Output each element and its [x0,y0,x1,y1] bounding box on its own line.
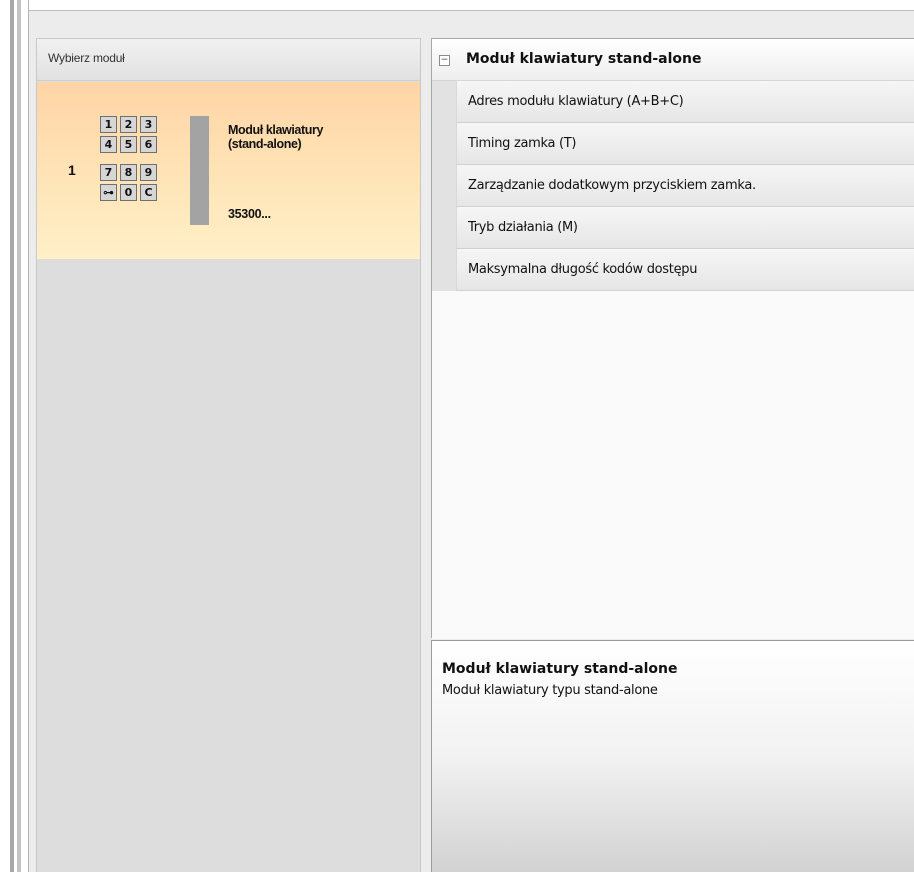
top-strip-divider [29,10,914,11]
keypad-key: 6 [140,136,157,153]
module-selector-header: Wybierz moduł [37,39,420,81]
window-edge-bar-inner [17,0,21,872]
description-panel: Moduł klawiatury stand-alone Moduł klawi… [431,640,914,872]
key-lock-icon: ⊶ [100,184,117,201]
property-grid: − Moduł klawiatury stand-alone Adres mod… [431,38,914,639]
description-title: Moduł klawiatury stand-alone [442,661,678,677]
keypad-key: 4 [100,136,117,153]
keypad-key: 7 [100,164,117,181]
property-row-operating-mode[interactable]: Tryb działania (M) [456,207,914,249]
property-grid-empty-area [432,291,914,639]
module-card[interactable]: 1 1 2 3 4 5 6 7 8 9 ⊶ 0 C Moduł klawiatu… [37,82,420,259]
property-category-row[interactable]: − Moduł klawiatury stand-alone [432,39,914,81]
window-edge-bar [10,0,14,872]
property-label: Adres modułu klawiatury (A+B+C) [468,94,684,109]
keypad-key: 0 [120,184,137,201]
top-strip [29,0,914,10]
module-index: 1 [68,162,76,178]
keypad-side-strip [190,116,209,225]
property-label: Timing zamka (T) [468,136,577,151]
keypad-key: 8 [120,164,137,181]
keypad-key: 3 [140,116,157,133]
keypad-key: 1 [100,116,117,133]
collapse-minus-icon[interactable]: − [439,55,450,66]
property-label: Tryb działania (M) [468,220,578,235]
module-name-text: Moduł klawiatury (stand-alone) [228,123,324,151]
keypad-key: 5 [120,136,137,153]
property-label: Maksymalna długość kodów dostępu [468,262,698,277]
property-row-max-code-length[interactable]: Maksymalna długość kodów dostępu [456,249,914,291]
module-selector-panel: Wybierz moduł 1 1 2 3 4 5 6 7 8 9 ⊶ 0 C … [36,38,421,872]
description-text: Moduł klawiatury typu stand-alone [442,683,658,698]
keypad-key: C [140,184,157,201]
property-row-keypad-address[interactable]: Adres modułu klawiatury (A+B+C) [456,81,914,123]
keypad-key: 2 [120,116,137,133]
keypad-icon: 1 2 3 4 5 6 7 8 9 ⊶ 0 C [100,116,210,226]
property-row-lock-timing[interactable]: Timing zamka (T) [456,123,914,165]
property-row-extra-lock-button[interactable]: Zarządzanie dodatkowym przyciskiem zamka… [456,165,914,207]
keypad-key: 9 [140,164,157,181]
property-category-label: Moduł klawiatury stand-alone [466,51,702,67]
module-code: 35300... [228,207,271,221]
property-label: Zarządzanie dodatkowym przyciskiem zamka… [468,178,756,193]
module-name: Moduł klawiatury (stand-alone) [228,123,388,151]
